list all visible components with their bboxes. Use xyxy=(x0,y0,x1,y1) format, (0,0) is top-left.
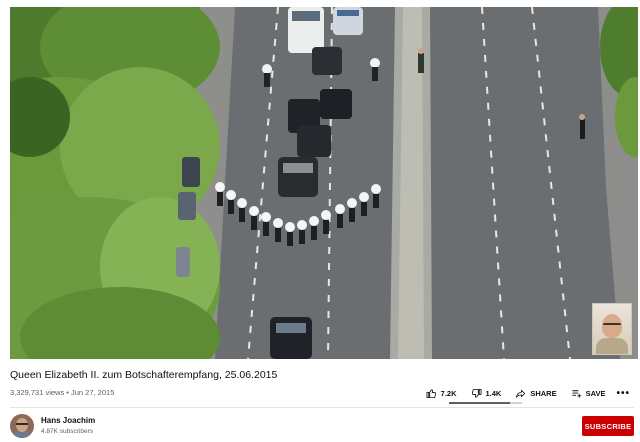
meta-separator: • xyxy=(64,388,71,397)
more-actions-button[interactable]: ••• xyxy=(612,384,634,402)
action-bar: 7.2K 1.4K SHARE SAVE ••• xyxy=(419,383,634,403)
video-meta: 3,329,731 views • Jun 27, 2015 xyxy=(10,388,114,397)
dislike-count: 1.4K xyxy=(485,388,502,398)
thumbs-up-icon xyxy=(426,388,436,398)
divider xyxy=(10,407,634,408)
thumbs-down-icon xyxy=(471,388,481,398)
channel-watermark[interactable] xyxy=(592,303,632,355)
share-label: SHARE xyxy=(530,388,557,398)
more-icon: ••• xyxy=(616,387,630,399)
like-ratio-fill xyxy=(449,402,511,404)
save-button[interactable]: SAVE xyxy=(564,384,613,402)
view-count: 3,329,731 views xyxy=(10,388,65,397)
subscribe-button[interactable]: SUBSCRIBE xyxy=(582,416,634,436)
dislike-button[interactable]: 1.4K xyxy=(464,384,509,402)
share-icon xyxy=(516,389,526,398)
playlist-add-icon xyxy=(571,389,581,398)
save-label: SAVE xyxy=(585,388,606,398)
video-player[interactable] xyxy=(10,7,638,359)
channel-avatar[interactable] xyxy=(10,414,34,438)
like-count: 7.2K xyxy=(440,388,457,398)
like-button[interactable]: 7.2K xyxy=(419,384,464,402)
video-title: Queen Elizabeth II. zum Botschafterempfa… xyxy=(10,369,278,381)
subscriber-count: 4.87K subscribers xyxy=(41,428,94,435)
video-frame xyxy=(10,7,638,359)
share-button[interactable]: SHARE xyxy=(508,384,563,402)
like-ratio-bar xyxy=(449,402,522,404)
upload-date: Jun 27, 2015 xyxy=(71,388,115,397)
channel-name[interactable]: Hans Joachim xyxy=(41,416,95,425)
